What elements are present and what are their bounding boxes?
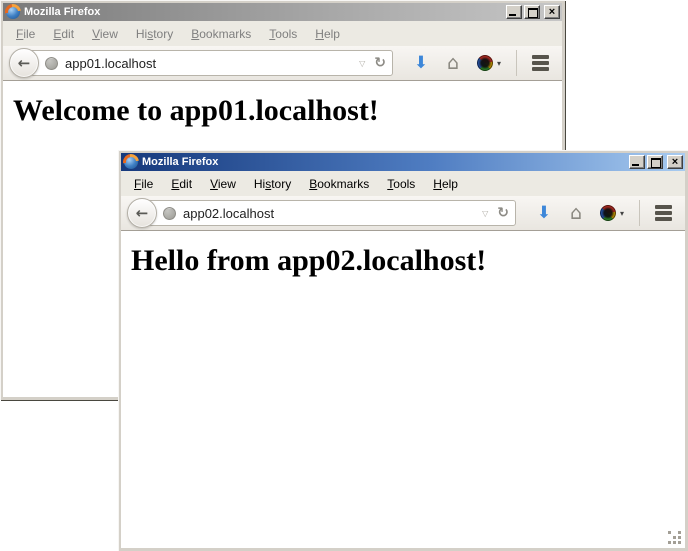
desktop: Mozilla Firefox × File Edit View History… [0,0,688,551]
home-icon: ⌂ [570,204,582,223]
menu-file[interactable]: File [125,175,162,193]
menu-file[interactable]: File [7,25,44,43]
page-heading: Welcome to app01.localhost! [13,94,562,128]
window-title: Mozilla Firefox [24,6,100,18]
menu-history[interactable]: History [245,175,300,193]
page-heading: Hello from app02.localhost! [131,244,685,278]
hamburger-icon [532,55,549,59]
globe-icon [45,57,58,70]
menu-hamburger-button[interactable] [524,48,556,78]
extension-button[interactable]: ▾ [469,48,509,78]
menu-view[interactable]: View [83,25,127,43]
menu-help[interactable]: Help [306,25,349,43]
url-text: app02.localhost [183,206,482,221]
menu-edit[interactable]: Edit [44,25,83,43]
back-button[interactable]: ← [9,48,39,78]
page-content: Hello from app02.localhost! [121,231,685,548]
maximize-button[interactable] [524,5,540,19]
home-button[interactable]: ⌂ [560,198,592,228]
home-icon: ⌂ [447,54,459,73]
menu-bar: File Edit View History Bookmarks Tools H… [121,171,685,196]
menu-bar: File Edit View History Bookmarks Tools H… [3,21,562,46]
window-title: Mozilla Firefox [142,156,218,168]
url-bar[interactable]: app02.localhost ▽ ↻ [142,200,516,226]
downloads-button[interactable]: ⬇ [405,48,437,78]
chevron-down-icon: ▾ [497,59,501,68]
menu-view[interactable]: View [201,175,245,193]
firefox-window-app02: Mozilla Firefox × File Edit View History… [118,150,688,551]
url-text: app01.localhost [65,56,359,71]
menu-edit[interactable]: Edit [162,175,201,193]
minimize-button[interactable] [506,5,522,19]
globe-icon [163,207,176,220]
back-arrow-icon: ← [136,206,149,221]
menu-bookmarks[interactable]: Bookmarks [182,25,260,43]
menu-history[interactable]: History [127,25,182,43]
menu-bookmarks[interactable]: Bookmarks [300,175,378,193]
menu-help[interactable]: Help [424,175,467,193]
window-controls: × [504,5,560,19]
navigation-toolbar: ← app01.localhost ▽ ↻ ⬇ ⌂ ▾ [3,46,562,81]
firefox-logo-icon [6,5,20,19]
menu-tools[interactable]: Tools [378,175,424,193]
toolbar-separator [639,200,640,226]
resize-grip[interactable] [668,531,683,546]
close-button[interactable]: × [544,5,560,19]
close-button[interactable]: × [667,155,683,169]
urlbar-dropdown-icon[interactable]: ▽ [482,209,488,218]
back-arrow-icon: ← [18,56,31,71]
close-icon: × [549,7,555,17]
minimize-button[interactable] [629,155,645,169]
reload-icon[interactable]: ↻ [374,56,386,70]
chevron-down-icon: ▾ [620,209,624,218]
hamburger-icon [655,205,672,209]
navigation-toolbar: ← app02.localhost ▽ ↻ ⬇ ⌂ ▾ [121,196,685,231]
extension-icon [477,55,493,71]
menu-hamburger-button[interactable] [647,198,679,228]
url-bar[interactable]: app01.localhost ▽ ↻ [24,50,393,76]
title-bar[interactable]: Mozilla Firefox × [121,153,685,171]
reload-icon[interactable]: ↻ [497,206,509,220]
urlbar-dropdown-icon[interactable]: ▽ [359,59,365,68]
extension-button[interactable]: ▾ [592,198,632,228]
download-arrow-icon: ⬇ [537,205,551,222]
title-bar[interactable]: Mozilla Firefox × [3,3,562,21]
maximize-button[interactable] [647,155,663,169]
toolbar-separator [516,50,517,76]
download-arrow-icon: ⬇ [414,55,428,72]
window-controls: × [627,155,683,169]
close-icon: × [672,157,678,167]
home-button[interactable]: ⌂ [437,48,469,78]
extension-icon [600,205,616,221]
back-button[interactable]: ← [127,198,157,228]
menu-tools[interactable]: Tools [260,25,306,43]
firefox-logo-icon [124,155,138,169]
downloads-button[interactable]: ⬇ [528,198,560,228]
